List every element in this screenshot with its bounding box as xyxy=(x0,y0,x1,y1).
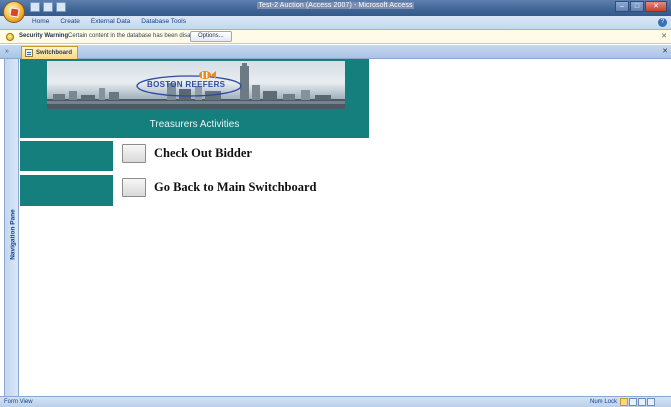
navigation-pane[interactable]: Navigation Pane xyxy=(4,59,19,396)
navigation-pane-label: Navigation Pane xyxy=(9,209,17,260)
check-out-bidder-button[interactable] xyxy=(122,144,146,163)
main-switchboard-button[interactable] xyxy=(122,178,146,197)
options-button[interactable]: Options... xyxy=(190,31,232,42)
security-warning-bar: Security Warning Certain content in the … xyxy=(0,30,671,44)
tab-database-tools[interactable]: Database Tools xyxy=(141,18,186,25)
tab-external-data[interactable]: External Data xyxy=(91,18,130,25)
tab-create[interactable]: Create xyxy=(60,18,80,25)
tab-home[interactable]: Home xyxy=(32,18,49,25)
minimize-button[interactable]: – xyxy=(615,1,629,12)
window-title: Test-2 Auction (Access 2007) - Microsoft… xyxy=(257,2,414,9)
document-tab-strip: » Switchboard ✕ xyxy=(0,45,671,59)
switchboard-form: BOSTON REEFERS Treasurers Activities Che… xyxy=(20,59,671,396)
logo-text: BOSTON REEFERS xyxy=(147,80,226,89)
shutter-bar-icon[interactable]: » xyxy=(5,48,9,55)
form-header: BOSTON REEFERS Treasurers Activities xyxy=(20,59,369,138)
datasheet-view-icon[interactable] xyxy=(629,398,637,406)
main-switchboard-label[interactable]: Go Back to Main Switchboard xyxy=(154,180,317,195)
tab-switchboard-label: Switchboard xyxy=(36,50,73,56)
item-color-block xyxy=(20,141,113,171)
status-bar: Form View Num Lock xyxy=(0,396,671,407)
ribbon: Home Create External Data Database Tools… xyxy=(0,16,671,30)
tab-switchboard[interactable]: Switchboard xyxy=(21,46,79,59)
window-controls: – □ ✕ xyxy=(615,1,667,12)
title-bar: Test-2 Auction (Access 2007) - Microsoft… xyxy=(0,0,671,16)
access-window: Test-2 Auction (Access 2007) - Microsoft… xyxy=(0,0,671,407)
close-document-icon[interactable]: ✕ xyxy=(662,47,668,55)
shield-warning-icon xyxy=(6,33,14,41)
form-icon xyxy=(25,49,33,57)
close-button[interactable]: ✕ xyxy=(645,1,667,12)
check-out-bidder-label[interactable]: Check Out Bidder xyxy=(154,146,252,161)
security-warning-title: Security Warning xyxy=(19,33,69,39)
form-header-title: Treasurers Activities xyxy=(149,119,240,130)
layout-view-icon[interactable] xyxy=(638,398,646,406)
ribbon-tabs: Home Create External Data Database Tools xyxy=(32,18,186,25)
banner-image: BOSTON REEFERS xyxy=(47,61,345,109)
office-logo-icon xyxy=(9,7,20,18)
security-warning-message: Certain content in the database has been… xyxy=(68,33,202,39)
help-icon[interactable]: ? xyxy=(658,18,667,27)
form-view-icon[interactable] xyxy=(620,398,628,406)
view-buttons xyxy=(620,398,655,406)
close-icon[interactable]: ✕ xyxy=(661,32,667,40)
item-color-block xyxy=(20,175,113,206)
num-lock-indicator: Num Lock xyxy=(590,399,618,405)
view-mode-status: Form View xyxy=(4,399,33,405)
maximize-button[interactable]: □ xyxy=(630,1,644,12)
office-button[interactable] xyxy=(3,1,25,23)
design-view-icon[interactable] xyxy=(647,398,655,406)
